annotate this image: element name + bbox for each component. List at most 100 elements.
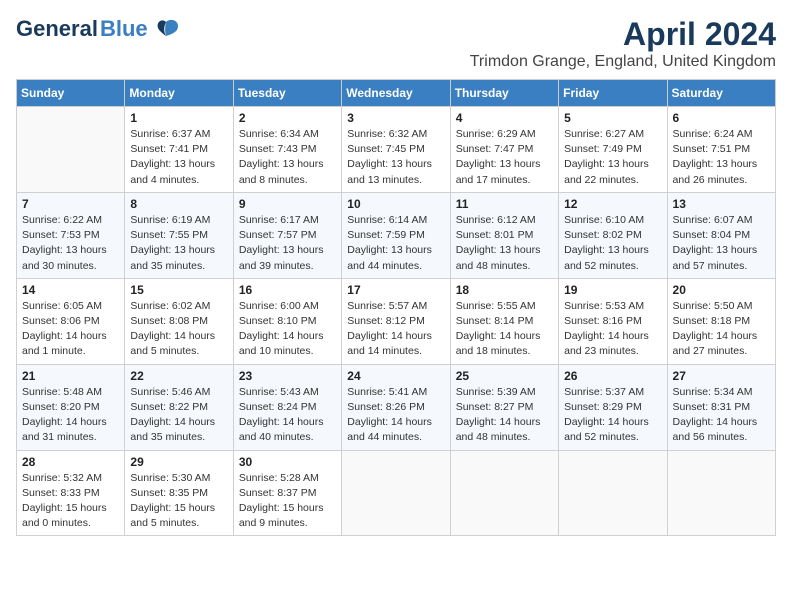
daylight-text: and 22 minutes.: [564, 173, 661, 188]
daylight-text: Daylight: 14 hours: [347, 415, 444, 430]
daylight-text: Daylight: 15 hours: [130, 501, 227, 516]
calendar-cell: 4Sunrise: 6:29 AMSunset: 7:47 PMDaylight…: [450, 107, 558, 193]
sunrise-text: Sunrise: 6:19 AM: [130, 213, 227, 228]
day-number: 15: [130, 283, 227, 297]
daylight-text: Daylight: 14 hours: [239, 415, 336, 430]
calendar-table: Sunday Monday Tuesday Wednesday Thursday…: [16, 79, 776, 536]
day-number: 7: [22, 197, 119, 211]
day-number: 24: [347, 369, 444, 383]
day-number: 16: [239, 283, 336, 297]
daylight-text: Daylight: 13 hours: [456, 243, 553, 258]
col-tuesday: Tuesday: [233, 80, 341, 107]
calendar-cell: 1 Sunrise: 6:37 AMSunset: 7:41 PMDaylight…: [125, 107, 233, 193]
day-number: 19: [564, 283, 661, 297]
daylight-text: Daylight: 14 hours: [456, 415, 553, 430]
day-number: 18: [456, 283, 553, 297]
day-number: 1: [130, 111, 227, 125]
daylight-text: and 8 minutes.: [239, 173, 336, 188]
daylight-text: and 23 minutes.: [564, 344, 661, 359]
cell-info: Sunrise: 6:10 AMSunset: 8:02 PMDaylight:…: [564, 213, 661, 274]
calendar-cell: 8Sunrise: 6:19 AMSunset: 7:55 PMDaylight…: [125, 192, 233, 278]
sunset-text: Sunset: 8:12 PM: [347, 314, 444, 329]
sunset-text: Sunset: 7:51 PM: [673, 142, 770, 157]
calendar-cell: [342, 450, 450, 536]
calendar-cell: 2Sunrise: 6:34 AMSunset: 7:43 PMDaylight…: [233, 107, 341, 193]
day-number: 9: [239, 197, 336, 211]
day-number: 25: [456, 369, 553, 383]
daylight-text: and 26 minutes.: [673, 173, 770, 188]
sunset-text: Sunset: 8:26 PM: [347, 400, 444, 415]
daylight-text: and 56 minutes.: [673, 430, 770, 445]
calendar-body: 1 Sunrise: 6:37 AMSunset: 7:41 PMDaylight…: [17, 107, 776, 536]
daylight-text: Daylight: 14 hours: [347, 329, 444, 344]
calendar-cell: [667, 450, 775, 536]
calendar-cell: 23Sunrise: 5:43 AMSunset: 8:24 PMDayligh…: [233, 364, 341, 450]
col-thursday: Thursday: [450, 80, 558, 107]
daylight-text: and 44 minutes.: [347, 430, 444, 445]
daylight-text: and 5 minutes.: [130, 516, 227, 531]
calendar-cell: 29Sunrise: 5:30 AMSunset: 8:35 PMDayligh…: [125, 450, 233, 536]
daylight-text: Daylight: 14 hours: [130, 329, 227, 344]
sunrise-text: Sunrise: 5:41 AM: [347, 385, 444, 400]
daylight-text: and 57 minutes.: [673, 259, 770, 274]
calendar-cell: 15 Sunrise: 6:02 AMSunset: 8:08 PMDayligh…: [125, 278, 233, 364]
daylight-text: and 52 minutes.: [564, 430, 661, 445]
sunset-text: Sunset: 8:01 PM: [456, 228, 553, 243]
sunset-text: Sunset: 7:49 PM: [564, 142, 661, 157]
calendar-cell: 18Sunrise: 5:55 AMSunset: 8:14 PMDayligh…: [450, 278, 558, 364]
calendar-header: Sunday Monday Tuesday Wednesday Thursday…: [17, 80, 776, 107]
daylight-text: and 0 minutes.: [22, 516, 119, 531]
sunrise-text: Sunrise: 6:24 AM: [673, 127, 770, 142]
daylight-text: and 9 minutes.: [239, 516, 336, 531]
daylight-text: Daylight: 14 hours: [456, 329, 553, 344]
sunset-text: Sunset: 8:10 PM: [239, 314, 336, 329]
daylight-text: and 40 minutes.: [239, 430, 336, 445]
sunset-text: Sunset: 8:02 PM: [564, 228, 661, 243]
calendar-cell: 11Sunrise: 6:12 AMSunset: 8:01 PMDayligh…: [450, 192, 558, 278]
sunset-text: Sunset: 8:37 PM: [239, 486, 336, 501]
daylight-text: and 44 minutes.: [347, 259, 444, 274]
cell-info: Sunrise: 5:30 AMSunset: 8:35 PMDaylight:…: [130, 471, 227, 532]
sunset-text: Sunset: 7:55 PM: [130, 228, 227, 243]
sunrise-text: Sunrise: 6:37 AM: [130, 127, 227, 142]
sunrise-text: Sunrise: 6:14 AM: [347, 213, 444, 228]
daylight-text: and 31 minutes.: [22, 430, 119, 445]
daylight-text: Daylight: 13 hours: [239, 243, 336, 258]
daylight-text: and 48 minutes.: [456, 259, 553, 274]
daylight-text: Daylight: 15 hours: [239, 501, 336, 516]
day-number: 10: [347, 197, 444, 211]
cell-info: Sunrise: 6:02 AMSunset: 8:08 PMDaylight:…: [130, 299, 227, 360]
calendar-week-row: 14Sunrise: 6:05 AMSunset: 8:06 PMDayligh…: [17, 278, 776, 364]
cell-info: Sunrise: 5:34 AMSunset: 8:31 PMDaylight:…: [673, 385, 770, 446]
day-number: 13: [673, 197, 770, 211]
daylight-text: Daylight: 14 hours: [564, 415, 661, 430]
daylight-text: Daylight: 15 hours: [22, 501, 119, 516]
daylight-text: Daylight: 14 hours: [22, 415, 119, 430]
cell-info: Sunrise: 5:43 AMSunset: 8:24 PMDaylight:…: [239, 385, 336, 446]
header-row: Sunday Monday Tuesday Wednesday Thursday…: [17, 80, 776, 107]
daylight-text: and 1 minute.: [22, 344, 119, 359]
daylight-text: Daylight: 13 hours: [347, 243, 444, 258]
calendar-week-row: 7 Sunrise: 6:22 AMSunset: 7:53 PMDaylight…: [17, 192, 776, 278]
cell-info: Sunrise: 5:41 AMSunset: 8:26 PMDaylight:…: [347, 385, 444, 446]
logo-text-blue: Blue: [100, 16, 148, 42]
day-number: 26: [564, 369, 661, 383]
calendar-cell: 20Sunrise: 5:50 AMSunset: 8:18 PMDayligh…: [667, 278, 775, 364]
day-number: 5: [564, 111, 661, 125]
cell-info: Sunrise: 6:24 AMSunset: 7:51 PMDaylight:…: [673, 127, 770, 188]
cell-info: Sunrise: 6:29 AMSunset: 7:47 PMDaylight:…: [456, 127, 553, 188]
calendar-cell: 22Sunrise: 5:46 AMSunset: 8:22 PMDayligh…: [125, 364, 233, 450]
daylight-text: and 48 minutes.: [456, 430, 553, 445]
daylight-text: and 10 minutes.: [239, 344, 336, 359]
cell-info: Sunrise: 6:22 AMSunset: 7:53 PMDaylight:…: [22, 213, 119, 274]
daylight-text: Daylight: 14 hours: [22, 329, 119, 344]
day-number: 17: [347, 283, 444, 297]
cell-info: Sunrise: 6:37 AMSunset: 7:41 PMDaylight:…: [130, 127, 227, 188]
sunrise-text: Sunrise: 5:34 AM: [673, 385, 770, 400]
daylight-text: and 30 minutes.: [22, 259, 119, 274]
logo-bird-icon: [152, 18, 180, 40]
sunrise-text: Sunrise: 5:55 AM: [456, 299, 553, 314]
daylight-text: Daylight: 13 hours: [564, 243, 661, 258]
day-number: 20: [673, 283, 770, 297]
day-number: 3: [347, 111, 444, 125]
